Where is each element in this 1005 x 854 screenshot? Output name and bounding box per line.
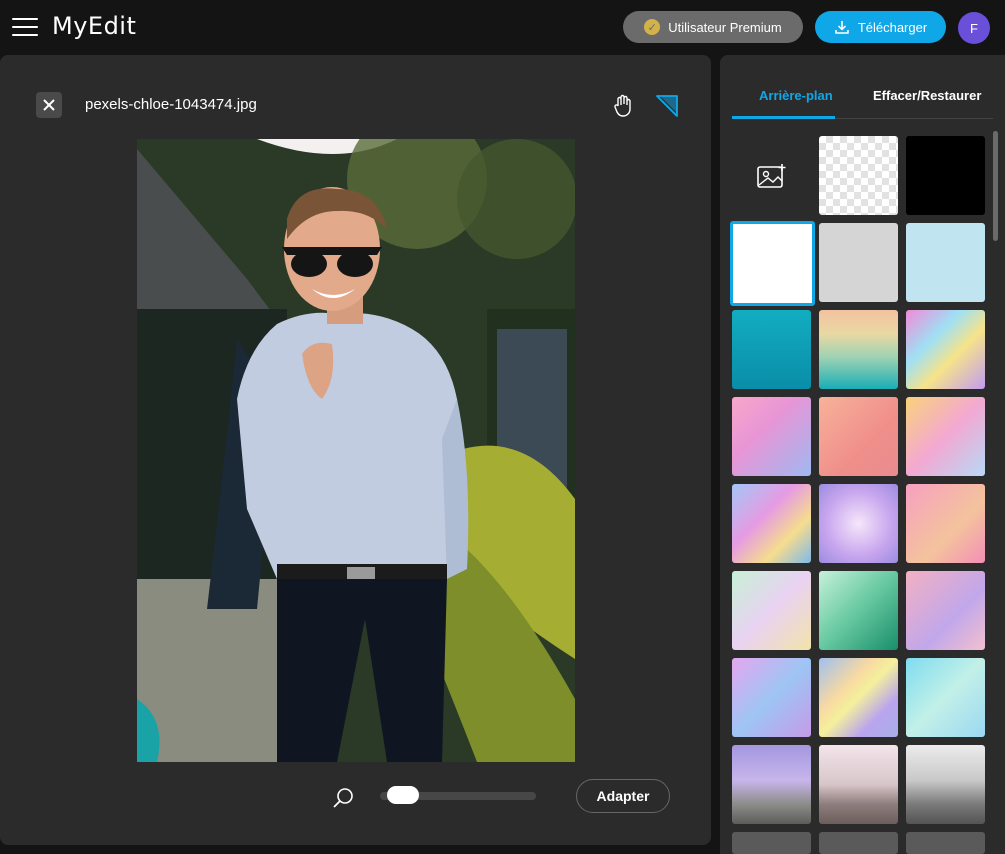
active-tab-indicator bbox=[732, 116, 835, 119]
premium-user-button[interactable]: ✓ Utilisateur Premium bbox=[623, 11, 803, 43]
lavender-watercolor-background-tile[interactable] bbox=[906, 571, 985, 650]
foggy-sea-background-tile[interactable] bbox=[906, 745, 985, 824]
close-button[interactable] bbox=[36, 92, 62, 118]
rainbow-stripe-background-tile[interactable] bbox=[819, 658, 898, 737]
premium-badge-icon: ✓ bbox=[644, 19, 661, 35]
photo-scene bbox=[137, 139, 575, 762]
mint-watercolor-background-tile[interactable] bbox=[732, 571, 811, 650]
eraser-icon[interactable] bbox=[655, 94, 679, 118]
avatar[interactable]: F bbox=[958, 12, 990, 44]
holographic-swirl-background-tile[interactable] bbox=[906, 310, 985, 389]
pastel-bokeh-background-tile[interactable] bbox=[906, 397, 985, 476]
download-button[interactable]: Télécharger bbox=[815, 11, 946, 43]
galaxy-landscape-background-tile[interactable] bbox=[732, 745, 811, 824]
hand-icon[interactable] bbox=[612, 94, 634, 118]
app-logo[interactable]: MyEdit bbox=[52, 12, 136, 40]
pastel-holo-background-tile[interactable] bbox=[732, 658, 811, 737]
fit-button[interactable]: Adapter bbox=[576, 779, 670, 813]
zoom-icon bbox=[333, 788, 353, 808]
tab-background[interactable]: Arrière-plan bbox=[759, 88, 833, 103]
black-background-tile[interactable] bbox=[906, 136, 985, 215]
light-gray-background-tile[interactable] bbox=[819, 223, 898, 302]
panel-divider bbox=[711, 55, 720, 854]
more-background-tile-2[interactable] bbox=[819, 832, 898, 854]
purple-sparkle-background-tile[interactable] bbox=[819, 484, 898, 563]
file-name: pexels-chloe-1043474.jpg bbox=[85, 96, 257, 113]
transparent-background-tile[interactable] bbox=[819, 136, 898, 215]
menu-icon[interactable] bbox=[12, 15, 38, 37]
striped-pastel-background-tile[interactable] bbox=[819, 310, 898, 389]
close-icon bbox=[43, 99, 55, 111]
image-upload-icon bbox=[757, 164, 786, 188]
misty-field-background-tile[interactable] bbox=[819, 745, 898, 824]
iridescent-waves-background-tile[interactable] bbox=[732, 484, 811, 563]
aqua-holo-background-tile[interactable] bbox=[906, 658, 985, 737]
more-background-tile-3[interactable] bbox=[906, 832, 985, 854]
teal-gradient-background-tile[interactable] bbox=[732, 310, 811, 389]
download-icon bbox=[835, 21, 849, 34]
white-background-tile-selected[interactable] bbox=[730, 221, 815, 306]
more-background-tile-1[interactable] bbox=[732, 832, 811, 854]
tab-erase-restore[interactable]: Effacer/Restaurer bbox=[873, 88, 981, 103]
pink-glitter-background-tile[interactable] bbox=[732, 397, 811, 476]
download-label: Télécharger bbox=[857, 19, 928, 35]
peach-glitter-background-tile[interactable] bbox=[819, 397, 898, 476]
light-blue-background-tile[interactable] bbox=[906, 223, 985, 302]
sidebar-scrollbar[interactable] bbox=[993, 131, 998, 241]
green-watercolor-background-tile[interactable] bbox=[819, 571, 898, 650]
pink-gradient-background-tile[interactable] bbox=[906, 484, 985, 563]
edited-photo[interactable] bbox=[137, 139, 575, 762]
premium-label: Utilisateur Premium bbox=[668, 19, 782, 35]
zoom-slider-handle[interactable] bbox=[387, 786, 420, 804]
top-bar: MyEdit ✓ Utilisateur Premium Télécharger… bbox=[0, 0, 1005, 55]
